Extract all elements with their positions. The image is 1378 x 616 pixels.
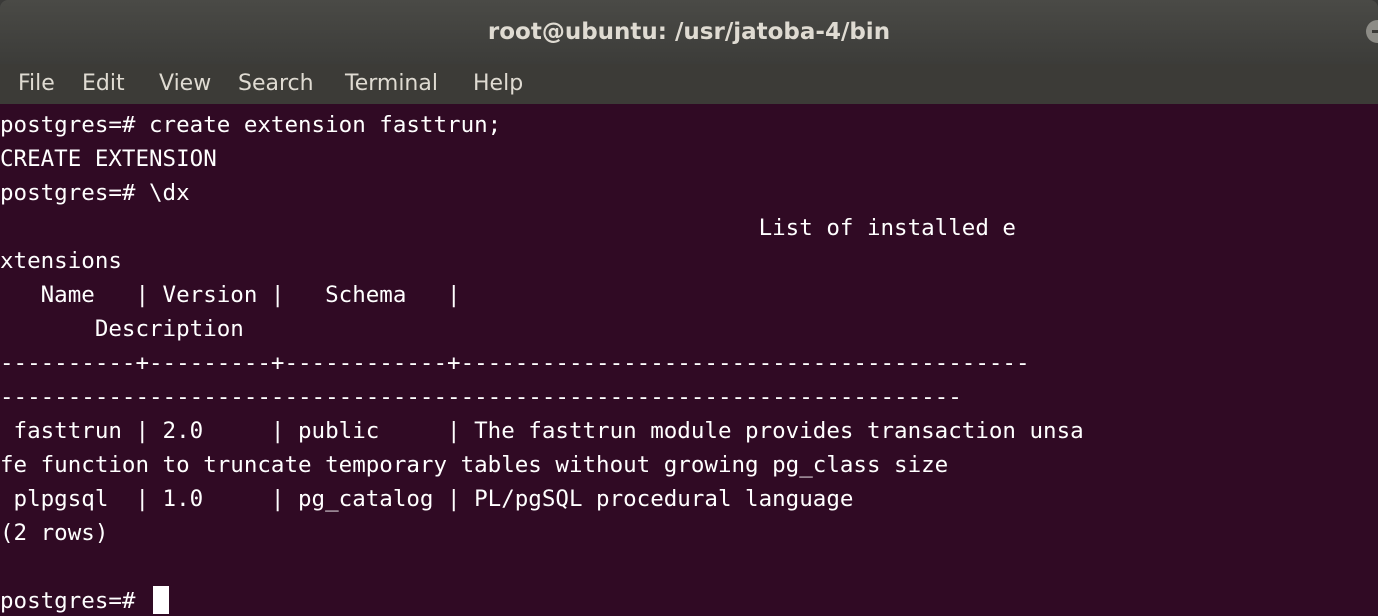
terminal-line: xtensions	[0, 248, 122, 274]
terminal-line: ----------------------------------------…	[0, 384, 962, 410]
terminal-line: Description	[0, 316, 244, 342]
menu-help[interactable]: Help	[473, 70, 523, 98]
terminal-line: Name | Version | Schema |	[0, 282, 461, 308]
terminal-line: CREATE EXTENSION	[0, 146, 217, 172]
terminal-line: fasttrun | 2.0 | public | The fasttrun m…	[0, 418, 1084, 444]
prompt-text: postgres=#	[0, 588, 150, 614]
terminal-line: postgres=# \dx	[0, 180, 190, 206]
text-cursor	[153, 585, 170, 614]
terminal-line: List of installed e	[0, 215, 1016, 241]
terminal-window: root@ubuntu: /usr/jatoba-4/bin File Edit…	[0, 0, 1378, 616]
window-title: root@ubuntu: /usr/jatoba-4/bin	[487, 19, 891, 45]
menu-file[interactable]: File	[18, 70, 55, 98]
menu-search[interactable]: Search	[238, 70, 314, 98]
menu-edit[interactable]: Edit	[82, 70, 125, 98]
terminal-line: plpgsql | 1.0 | pg_catalog | PL/pgSQL pr…	[0, 486, 854, 512]
terminal-output[interactable]: postgres=# create extension fasttrun; CR…	[0, 104, 1378, 616]
menu-view[interactable]: View	[159, 70, 211, 98]
prompt-line[interactable]: postgres=#	[0, 584, 170, 616]
terminal-line: ----------+---------+------------+------…	[0, 350, 1030, 376]
menu-terminal[interactable]: Terminal	[345, 70, 438, 98]
terminal-line: postgres=# create extension fasttrun;	[0, 112, 502, 138]
terminal-line: (2 rows)	[0, 520, 109, 546]
terminal-line: fe function to truncate temporary tables…	[0, 452, 949, 478]
title-bar[interactable]: root@ubuntu: /usr/jatoba-4/bin	[0, 0, 1378, 64]
menu-bar: File Edit View Search Terminal Help	[0, 64, 1378, 104]
